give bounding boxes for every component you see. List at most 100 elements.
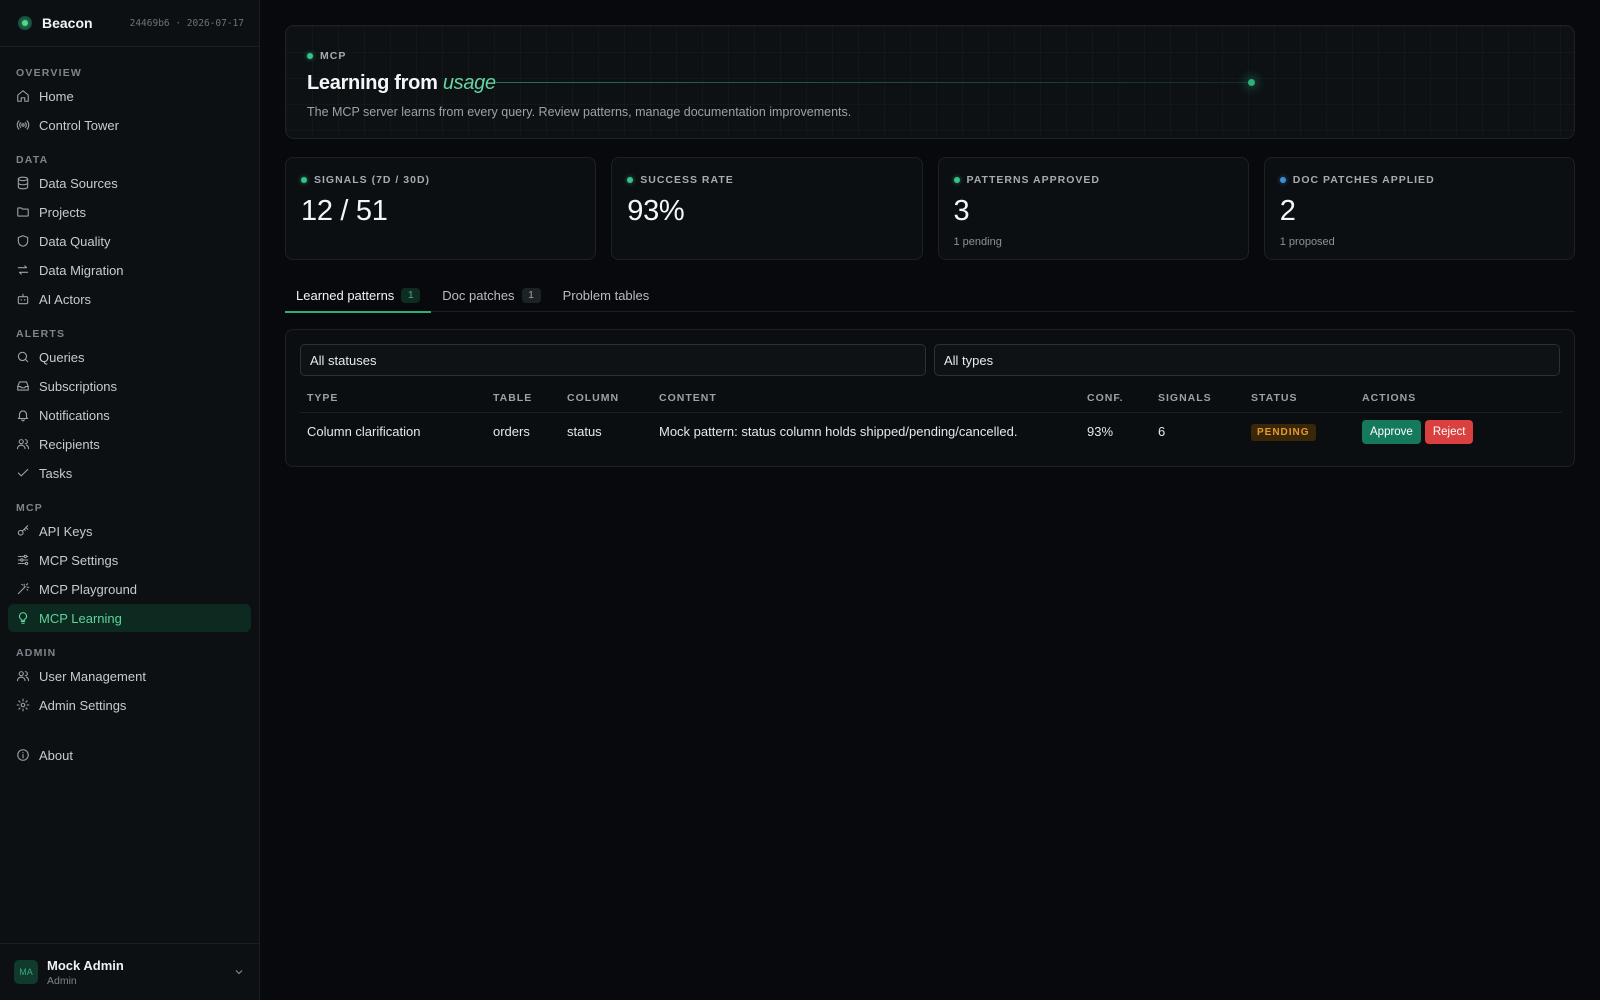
- sidebar-item-label: API Keys: [39, 523, 93, 539]
- sidebar-item-subscriptions[interactable]: Subscriptions: [8, 372, 251, 400]
- page-header: MCP Learning from usage The MCP server l…: [285, 25, 1575, 139]
- status-dot-icon: [627, 177, 634, 183]
- sidebar-item-recipients[interactable]: Recipients: [8, 430, 251, 458]
- sidebar-item-label: Admin Settings: [39, 697, 127, 713]
- tab-problem-tables[interactable]: Problem tables: [552, 278, 661, 312]
- sidebar-item-api-keys[interactable]: API Keys: [8, 517, 251, 545]
- users-icon: [16, 437, 30, 451]
- status-dot-icon: [953, 177, 960, 183]
- bell-icon: [16, 408, 30, 422]
- stat-value: 93%: [627, 195, 685, 227]
- sidebar-item-about[interactable]: About: [8, 741, 251, 769]
- main-content: MCP Learning from usage The MCP server l…: [260, 0, 1600, 1000]
- stat-value: 2: [1279, 195, 1296, 227]
- sidebar-item-data-migration[interactable]: Data Migration: [8, 256, 251, 284]
- tab-label: Learned patterns: [296, 287, 395, 303]
- stats-row: SIGNALS (7D / 30D) 12 / 51 SUCCESS RATE 93%…: [285, 157, 1575, 260]
- sidebar-item-label: MCP Playground: [39, 581, 138, 597]
- tab-count-badge: 1: [401, 287, 421, 303]
- sidebar-item-label: User Management: [39, 668, 146, 684]
- sidebar: Beacon 24469b6 · 2026-07-17 OVERVIEW Home…: [0, 0, 260, 1000]
- shield-icon: [16, 234, 30, 248]
- cell-actions: Approve Reject: [1355, 412, 1562, 451]
- nav-section-mcp: MCP: [16, 502, 43, 514]
- sidebar-item-queries[interactable]: Queries: [8, 343, 251, 371]
- avatar: MA: [14, 960, 38, 984]
- page-title-row: Learning from usage: [307, 70, 1554, 96]
- type-filter-select[interactable]: All types: [934, 344, 1560, 376]
- sidebar-item-admin-settings[interactable]: Admin Settings: [8, 691, 251, 719]
- stat-label-text: PATTERNS APPROVED: [966, 174, 1100, 186]
- users-icon: [16, 669, 30, 683]
- cell-status: PENDING: [1244, 412, 1355, 451]
- folder-icon: [16, 205, 30, 219]
- sidebar-item-label: Notifications: [39, 407, 110, 423]
- cell-signals: 6: [1158, 424, 1166, 440]
- column-header-type: TYPE: [300, 384, 486, 413]
- sidebar-item-mcp-playground[interactable]: MCP Playground: [8, 575, 251, 603]
- sidebar-item-user-management[interactable]: User Management: [8, 662, 251, 690]
- status-filter-select[interactable]: All statuses: [300, 344, 926, 376]
- build-version: 24469b6 · 2026-07-17: [129, 17, 244, 29]
- table-row: Column clarification orders status Mock pat…: [300, 412, 1562, 451]
- sidebar-item-data-sources[interactable]: Data Sources: [8, 169, 251, 197]
- user-role: Admin: [47, 974, 77, 987]
- sidebar-item-projects[interactable]: Projects: [8, 198, 251, 226]
- approve-button[interactable]: Approve: [1362, 419, 1421, 444]
- sliders-icon: [16, 553, 30, 567]
- home-icon: [16, 89, 30, 103]
- sidebar-item-home[interactable]: Home: [8, 82, 251, 110]
- tab-learned-patterns[interactable]: Learned patterns 1: [285, 278, 432, 313]
- search-icon: [16, 350, 30, 364]
- tab-label: Doc patches: [442, 287, 515, 303]
- nav-section-admin: ADMIN: [16, 647, 57, 659]
- sidebar-item-label: MCP Settings: [39, 552, 119, 568]
- sidebar-item-data-quality[interactable]: Data Quality: [8, 227, 251, 255]
- check-icon: [16, 466, 30, 480]
- nav-section-data: DATA: [16, 154, 49, 166]
- cell-column: status: [567, 424, 602, 440]
- key-icon: [16, 524, 30, 538]
- bot-icon: [16, 292, 30, 306]
- page-title-main: Learning from: [307, 71, 438, 94]
- sidebar-item-tasks[interactable]: Tasks: [8, 459, 251, 487]
- sidebar-item-mcp-learning[interactable]: MCP Learning: [8, 604, 251, 632]
- cell-content: Mock pattern: status column holds shippe…: [659, 424, 1018, 440]
- sidebar-item-control-tower[interactable]: Control Tower: [8, 111, 251, 139]
- sidebar-item-notifications[interactable]: Notifications: [8, 401, 251, 429]
- sidebar-item-mcp-settings[interactable]: MCP Settings: [8, 546, 251, 574]
- sidebar-item-ai-actors[interactable]: AI Actors: [8, 285, 251, 313]
- tab-bar: Learned patterns 1 Doc patches 1 Problem tab…: [285, 278, 1575, 313]
- chevron-down-icon[interactable]: [233, 966, 245, 978]
- stat-value: 3: [953, 195, 970, 227]
- column-header-conf: CONF.: [1080, 384, 1151, 413]
- glow-node-icon: [1247, 79, 1255, 86]
- status-dot-icon: [301, 177, 307, 183]
- stat-card-doc-patches-applied: DOC PATCHES APPLIED 2 1 proposed: [1263, 157, 1575, 260]
- tab-doc-patches[interactable]: Doc patches 1: [431, 278, 551, 312]
- sidebar-item-label: Data Sources: [39, 175, 118, 191]
- column-header-signals: SIGNALS: [1151, 384, 1244, 413]
- table-body: Column clarification orders status Mock pat…: [300, 412, 1562, 451]
- stat-note: 1 pending: [953, 236, 1002, 248]
- brand-name[interactable]: Beacon: [42, 15, 93, 31]
- reject-button[interactable]: Reject: [1424, 419, 1474, 444]
- cell-conf: 93%: [1087, 424, 1114, 440]
- gear-icon: [16, 698, 30, 712]
- info-icon: [16, 748, 30, 762]
- nav-section-overview: OVERVIEW: [16, 67, 83, 79]
- column-header-content: CONTENT: [652, 384, 1080, 413]
- sidebar-item-label: Control Tower: [39, 117, 119, 133]
- beacon-logo-icon: [18, 16, 32, 30]
- column-header-actions: ACTIONS: [1355, 384, 1562, 413]
- sidebar-item-label: Data Migration: [39, 262, 124, 278]
- status-dot-icon: [307, 53, 313, 59]
- sidebar-item-label: Queries: [39, 349, 85, 365]
- radio-tower-icon: [16, 118, 30, 132]
- user-menu[interactable]: MA Mock Admin Admin: [0, 943, 259, 1000]
- stat-note: 1 proposed: [1279, 236, 1335, 248]
- database-icon: [16, 176, 30, 190]
- tab-count-badge: 1: [521, 287, 541, 303]
- page-title: Learning from usage: [307, 72, 496, 95]
